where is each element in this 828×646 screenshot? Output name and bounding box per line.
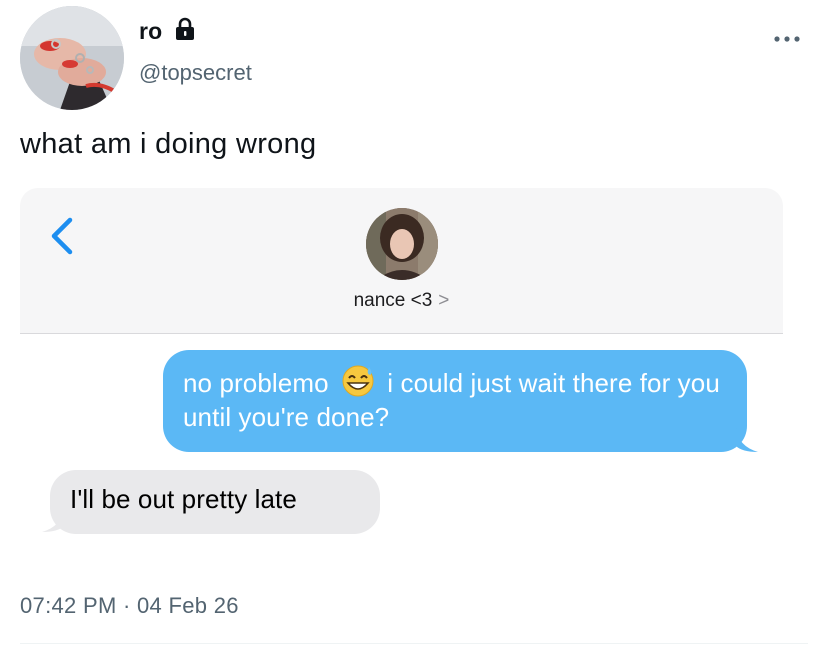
- contact-name-row[interactable]: nance <3 >: [20, 290, 783, 312]
- sent-message-bubble: no problemo i could just wait there for …: [163, 350, 747, 452]
- received-bubble-tail: [42, 508, 64, 532]
- divider: [20, 643, 808, 644]
- contact-name: nance <3: [353, 290, 433, 311]
- contact-photo-icon: [366, 208, 438, 280]
- attached-image[interactable]: nance <3 > no problemo i could just wait …: [20, 188, 783, 568]
- tweet-timestamp[interactable]: 07:42 PM · 04 Feb 26: [20, 593, 239, 619]
- avatar-hands-icon: [20, 6, 124, 110]
- message-text-part: no problemo: [183, 368, 336, 398]
- message-text: I'll be out pretty late: [70, 484, 297, 514]
- chevron-right-icon: >: [438, 290, 450, 311]
- lock-icon: [176, 17, 194, 40]
- author-display-name[interactable]: ro: [139, 18, 162, 45]
- contact-avatar[interactable]: [366, 208, 438, 280]
- author-handle[interactable]: @topsecret: [139, 60, 252, 86]
- author-avatar[interactable]: [20, 6, 124, 110]
- grinning-sweat-emoji-icon: [342, 365, 374, 397]
- sent-bubble-tail: [736, 428, 758, 452]
- more-horizontal-icon[interactable]: [772, 32, 802, 46]
- back-chevron-icon[interactable]: [48, 216, 78, 256]
- tweet-text: what am i doing wrong: [20, 128, 317, 160]
- messages-header: nance <3 >: [20, 188, 783, 334]
- received-message-bubble: I'll be out pretty late: [50, 470, 380, 534]
